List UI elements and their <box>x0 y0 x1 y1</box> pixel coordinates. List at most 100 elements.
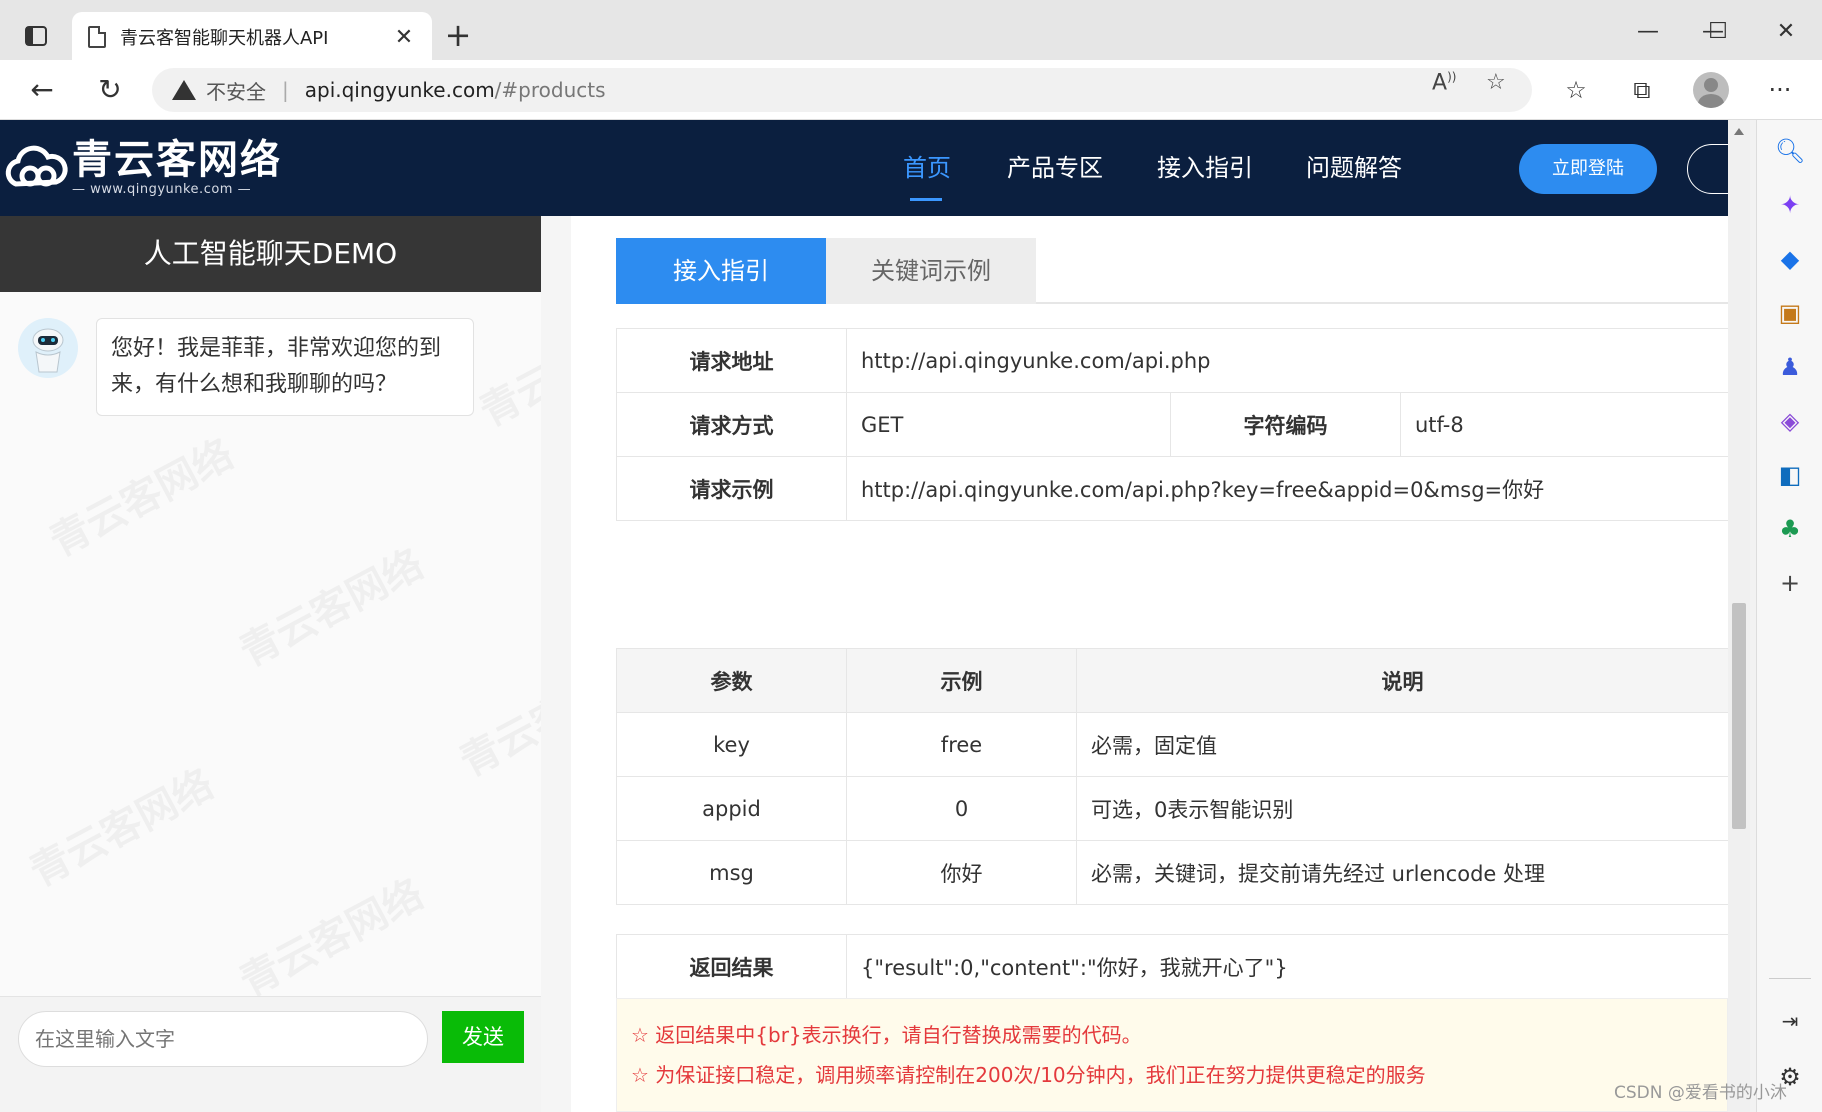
api-doc-content: 接入指引 关键词示例 请求地址 http://api.qingyunke.com… <box>571 216 1728 1112</box>
cloud-logo-icon <box>5 145 68 187</box>
table-header-row: 参数 示例 说明 <box>616 648 1728 713</box>
microsoft365-icon[interactable]: ◈ <box>1773 404 1807 438</box>
column-header: 说明 <box>1076 648 1728 713</box>
chat-title: 人工智能聊天DEMO <box>0 216 541 292</box>
address-input[interactable]: 不安全 | api.qingyunke.com /#products <box>152 68 1532 112</box>
profile-icon[interactable] <box>1693 72 1729 108</box>
tab-access-guide[interactable]: 接入指引 <box>616 238 826 304</box>
notice-line: ☆ 返回结果中{br}表示换行，请自行替换成需要的代码。 <box>631 1023 1142 1047</box>
table-row: key free 必需，固定值 <box>616 712 1728 777</box>
browser-sidebar: 🔍︎ ✦ ◆ ▣ ♟ ◈ ◧ ♣ + ⇥ ⚙ <box>1756 120 1822 1112</box>
column-header: 参数 <box>616 648 847 713</box>
refresh-icon[interactable]: ↻ <box>88 70 132 110</box>
chat-input[interactable] <box>18 1011 428 1067</box>
request-info-table: 请求地址 http://api.qingyunke.com/api.php 请求… <box>616 328 1728 521</box>
address-bar-row: ← ↻ 不安全 | api.qingyunke.com /#products A… <box>0 60 1822 120</box>
request-method-label: 请求方式 <box>616 392 847 457</box>
add-favorite-icon[interactable]: ☆ <box>1486 70 1506 95</box>
sidebar-toggle-icon[interactable] <box>12 16 60 56</box>
window-close-icon[interactable]: ✕ <box>1756 12 1816 52</box>
table-row: 请求地址 http://api.qingyunke.com/api.php <box>616 328 1728 393</box>
chat-panel: 青云客网络 青云客网络 青云客网络 青云客网络 青云客网络 青云客网络 人工智能… <box>0 216 541 1112</box>
security-warning-label: 不安全 <box>206 79 266 104</box>
tools-icon[interactable]: ▣ <box>1773 296 1807 330</box>
param-description: 可选，0表示智能识别 <box>1076 776 1728 841</box>
param-name: msg <box>616 840 847 905</box>
browser-tab[interactable]: 青云客智能聊天机器人API ✕ <box>72 12 432 62</box>
table-row: 请求方式 GET 字符编码 utf-8 <box>616 392 1728 457</box>
table-row: appid 0 可选，0表示智能识别 <box>616 776 1728 841</box>
send-button[interactable]: 发送 <box>442 1011 524 1063</box>
chat-input-area: 发送 <box>0 996 541 1112</box>
param-description: 必需，固定值 <box>1076 712 1728 777</box>
site-logo[interactable]: 青云客网络 — www.qingyunke.com — <box>0 136 282 200</box>
more-icon[interactable]: ··· <box>1760 72 1800 108</box>
watermark: 青云客网络 <box>38 422 242 567</box>
watermark: 青云客网络 <box>468 292 541 437</box>
param-name: key <box>616 712 847 777</box>
bot-avatar <box>18 318 78 378</box>
warning-icon <box>172 80 196 100</box>
param-example: free <box>846 712 1077 777</box>
csdn-watermark: CSDN @爱看书的小沐 <box>1614 1083 1787 1103</box>
games-icon[interactable]: ♟ <box>1773 350 1807 384</box>
web-page: 青云客网络 — www.qingyunke.com — 首页 产品专区 接入指引… <box>0 120 1728 1112</box>
result-label: 返回结果 <box>616 934 847 999</box>
param-description: 必需，关键词，提交前请先经过 urlencode 处理 <box>1076 840 1728 905</box>
notice-line: ☆ 为保证接口稳定，调用频率请控制在200次/10分钟内，我们正在努力提供更稳定… <box>631 1063 1426 1087</box>
charset-value: utf-8 <box>1400 392 1728 457</box>
scroll-thumb[interactable] <box>1732 603 1746 829</box>
outlook-icon[interactable]: ◧ <box>1773 458 1807 492</box>
table-row: msg 你好 必需，关键词，提交前请先经过 urlencode 处理 <box>616 840 1728 905</box>
read-aloud-icon[interactable]: A)) <box>1432 70 1456 95</box>
shopping-icon[interactable]: ◆ <box>1773 242 1807 276</box>
collections-icon[interactable]: ⧉ <box>1622 72 1662 108</box>
column-header: 示例 <box>846 648 1077 713</box>
address-path: /#products <box>494 78 606 102</box>
search-icon[interactable]: 🔍︎ <box>1773 134 1807 168</box>
request-method-value: GET <box>846 392 1171 457</box>
nav-products[interactable]: 产品专区 <box>1007 148 1103 188</box>
back-arrow-icon[interactable]: ← <box>20 70 64 110</box>
close-icon[interactable]: ✕ <box>392 25 416 50</box>
browser-tab-bar: 青云客智能聊天机器人API ✕ + — <box>0 0 1822 62</box>
robot-icon <box>18 318 78 378</box>
logo-url: — www.qingyunke.com — <box>72 182 252 197</box>
watermark: 青云客网络 <box>228 532 432 677</box>
copilot-icon[interactable]: ✦ <box>1773 188 1807 222</box>
request-address-value: http://api.qingyunke.com/api.php <box>846 328 1728 393</box>
register-button[interactable] <box>1687 144 1728 194</box>
plus-icon[interactable]: + <box>440 16 476 56</box>
address-separator: | <box>282 78 289 102</box>
add-icon[interactable]: + <box>1773 566 1807 600</box>
login-button[interactable]: 立即登陆 <box>1519 144 1657 194</box>
bot-message-bubble: 您好！我是菲菲，非常欢迎您的到来，有什么想和我聊聊的吗？ <box>96 318 474 416</box>
tab-title: 青云客智能聊天机器人API <box>120 28 329 49</box>
sidebar-hide-icon[interactable]: ⇥ <box>1773 1004 1807 1038</box>
window-minimize-icon[interactable]: — <box>1618 12 1678 52</box>
charset-label: 字符编码 <box>1170 392 1401 457</box>
document-icon <box>88 26 106 48</box>
nav-active-indicator <box>910 198 942 201</box>
request-address-label: 请求地址 <box>616 328 847 393</box>
scroll-up-icon[interactable] <box>1734 128 1744 135</box>
content-tabs: 接入指引 关键词示例 <box>616 238 1728 304</box>
request-example-label: 请求示例 <box>616 456 847 521</box>
result-table: 返回结果 {"result":0,"content":"你好，我就开心了"} <box>616 934 1728 999</box>
param-example: 0 <box>846 776 1077 841</box>
nav-faq[interactable]: 问题解答 <box>1306 148 1402 188</box>
watermark: 青云客网络 <box>18 752 222 897</box>
table-row: 返回结果 {"result":0,"content":"你好，我就开心了"} <box>616 934 1728 999</box>
window-maximize-icon[interactable]: ☐ <box>1688 12 1748 52</box>
drop-icon[interactable]: ♣ <box>1773 512 1807 546</box>
param-example: 你好 <box>846 840 1077 905</box>
tab-keyword-examples[interactable]: 关键词示例 <box>826 238 1036 304</box>
watermark: 青云客网络 <box>228 862 432 1007</box>
watermark: 青云客网络 <box>448 642 541 787</box>
request-example-value: http://api.qingyunke.com/api.php?key=fre… <box>846 456 1728 521</box>
nav-guide[interactable]: 接入指引 <box>1157 148 1253 188</box>
favorites-icon[interactable]: ☆ <box>1556 72 1596 108</box>
notice-box: ☆ 返回结果中{br}表示换行，请自行替换成需要的代码。 ☆ 为保证接口稳定，调… <box>616 998 1728 1112</box>
nav-home[interactable]: 首页 <box>903 148 951 188</box>
page-scrollbar[interactable] <box>1728 120 1750 1112</box>
